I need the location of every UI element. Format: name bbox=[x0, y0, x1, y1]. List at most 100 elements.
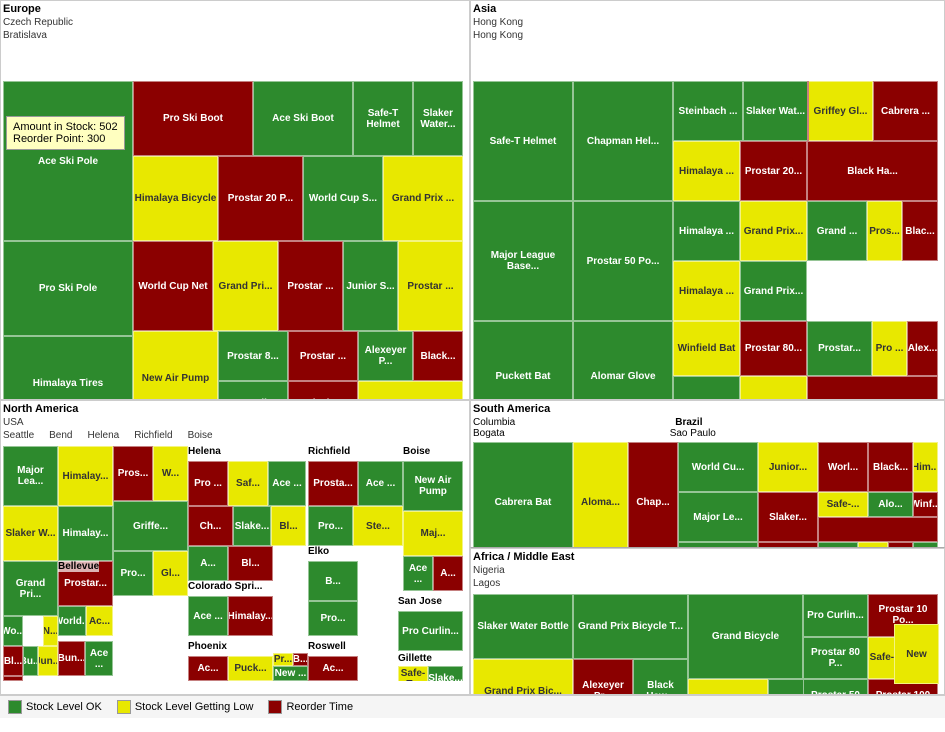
winf-sp-cell[interactable]: Winf... bbox=[913, 492, 938, 517]
pro-ski-boot-cell[interactable]: Pro Ski Boot bbox=[133, 81, 253, 156]
grand-prix-bic2-af-cell[interactable]: Grand Prix Bic... bbox=[473, 659, 573, 695]
major-league-cell[interactable]: Major League Base... bbox=[473, 201, 573, 321]
ace2-h-cell[interactable]: A... bbox=[188, 546, 228, 581]
black-ha-cell[interactable]: Black Ha... bbox=[807, 141, 938, 201]
ace-na-btm[interactable]: Ace ... bbox=[85, 641, 113, 676]
prostar-80-af-cell[interactable]: Prostar 80 P... bbox=[803, 637, 868, 679]
griffe-na-cell[interactable]: Griffe... bbox=[113, 501, 188, 551]
prosta-r-cell[interactable]: Prosta... bbox=[308, 461, 358, 506]
himalaya-3-cell[interactable]: Himalaya ... bbox=[673, 261, 740, 321]
himalaya-tires-cell[interactable]: Himalaya Tires bbox=[3, 336, 133, 400]
winfield-2-cell[interactable] bbox=[673, 376, 740, 400]
b-e-cell[interactable]: B... bbox=[308, 561, 358, 601]
safe-t-helmet-cell[interactable]: Safe-T Helmet bbox=[353, 81, 413, 156]
world-cu-sp-cell[interactable]: World Cu... bbox=[678, 442, 758, 492]
n-na-cell[interactable]: N... bbox=[43, 616, 58, 646]
pro-r-cell[interactable]: Pro... bbox=[308, 506, 353, 546]
grand-bic-af-cell[interactable]: Grand Bicycle bbox=[688, 594, 803, 679]
blac-asia-cell[interactable]: Blac... bbox=[902, 201, 938, 261]
grand-pri-na-cell[interactable]: Grand Pri... bbox=[3, 561, 58, 616]
safe-sp-cell[interactable]: Safe-... bbox=[818, 492, 868, 517]
ace-b-cell[interactable]: Ace ... bbox=[403, 556, 433, 591]
black-2-cell[interactable]: Black... bbox=[288, 381, 358, 400]
bottom-asia-cell[interactable] bbox=[807, 376, 938, 400]
pro-ski-pole-cell[interactable]: Pro Ski Pole bbox=[3, 241, 133, 336]
ac-ro[interactable]: Ac... bbox=[308, 656, 358, 681]
ac-na[interactable]: Ac... bbox=[86, 606, 113, 636]
world-cup-s-cell[interactable]: World Cup S... bbox=[303, 156, 383, 241]
saf-h-cell[interactable]: Saf... bbox=[228, 461, 268, 506]
alo-sp-cell[interactable]: Alo... bbox=[868, 492, 913, 517]
slake-h-cell[interactable]: Slake... bbox=[233, 506, 271, 546]
low-right-cell[interactable] bbox=[807, 81, 809, 141]
new-btm[interactable]: New ... bbox=[273, 666, 308, 681]
bu-na[interactable]: Bu... bbox=[23, 646, 38, 676]
slaker-sp-cell[interactable]: Slaker... bbox=[758, 492, 818, 542]
pro-e-cell[interactable]: Pro... bbox=[308, 601, 358, 636]
pro-na-cell[interactable]: Pro... bbox=[113, 551, 153, 596]
pro-curl-af-cell[interactable]: Pro Curlin... bbox=[803, 594, 868, 637]
himalay-c-cell[interactable]: Himalay... bbox=[228, 596, 273, 636]
world-cup-net-cell[interactable]: World Cup Net bbox=[133, 241, 213, 331]
blah-cell[interactable]: Bl... bbox=[228, 546, 273, 581]
puck-ph[interactable]: Puck... bbox=[228, 656, 273, 681]
black-haw-af-cell[interactable]: Black Haw... bbox=[633, 659, 688, 695]
sp-bottom-cell[interactable] bbox=[818, 517, 938, 542]
a-b-cell[interactable]: A... bbox=[433, 556, 463, 591]
steinbach-cell[interactable]: Steinbach ... bbox=[673, 81, 743, 141]
slaker-wb-af-cell[interactable]: Slaker Water Bottle bbox=[473, 594, 573, 659]
world-na[interactable]: World... bbox=[58, 606, 86, 636]
pr-btm[interactable]: Pr... bbox=[273, 653, 293, 666]
ch-h-cell[interactable]: Ch... bbox=[188, 506, 233, 546]
prostar-2-cell[interactable]: Prostar ... bbox=[398, 241, 463, 331]
prostar-20-asia-cell[interactable]: Prostar 20... bbox=[740, 141, 807, 201]
grand-prix-asia-cell[interactable]: Grand Prix... bbox=[740, 201, 807, 261]
cabrera-bat-cell[interactable]: Cabrera Bat bbox=[473, 442, 573, 547]
ace-r-cell[interactable]: Ace ... bbox=[358, 461, 403, 506]
cabrera-cell[interactable]: Cabrera ... bbox=[873, 81, 938, 141]
black-sp-cell[interactable]: Black... bbox=[868, 442, 913, 492]
prostar-2-af-cell[interactable]: Prostar 2... bbox=[688, 679, 768, 695]
slake-gil[interactable]: Slake... bbox=[428, 666, 463, 681]
grand-asia-cell[interactable]: Grand ... bbox=[807, 201, 867, 261]
slaker-w-na-cell[interactable]: Slaker W... bbox=[3, 506, 58, 561]
pro-sj-cell[interactable]: Pro Curlin... bbox=[398, 611, 463, 651]
grand-prix-2-cell[interactable]: Grand Prix... bbox=[740, 261, 807, 321]
jun-na[interactable]: Jun... bbox=[38, 646, 58, 676]
slaker-wat-cell[interactable]: Slaker Wat... bbox=[743, 81, 808, 141]
prostar-8-cell[interactable]: Prostar 8... bbox=[218, 331, 288, 381]
alexeyer-p-cell[interactable]: Alexeyer P... bbox=[358, 331, 413, 381]
alexeyer-af-cell[interactable]: Alexeyer Pr... bbox=[573, 659, 633, 695]
bl-h-cell[interactable]: Bl... bbox=[271, 506, 306, 546]
bla2-na[interactable]: Bl... bbox=[3, 646, 23, 676]
black-1-cell[interactable]: Black... bbox=[413, 331, 463, 381]
himalaya-y-cell[interactable]: Himalaya ... bbox=[673, 141, 740, 201]
pros-asia-cell[interactable]: Pros... bbox=[867, 201, 902, 261]
new-bottom-cell[interactable]: New bbox=[894, 624, 939, 684]
gl-na-cell[interactable]: Gl... bbox=[153, 551, 188, 596]
grand-pri-cell[interactable]: Grand Pri... bbox=[213, 241, 278, 331]
safe-gil[interactable]: Safe-T... bbox=[398, 666, 428, 681]
himalay2-na-cell[interactable]: Himalay... bbox=[58, 506, 113, 561]
ace-ski-boot-cell[interactable]: Ace Ski Boot bbox=[253, 81, 353, 156]
asia-safe-t-cell[interactable]: Safe-T Helmet bbox=[473, 81, 573, 201]
himalaya-2-cell[interactable]: Himalaya ... bbox=[673, 201, 740, 261]
chap-cell[interactable]: Chap... bbox=[628, 442, 678, 547]
major-le-sp-cell[interactable]: Major Le... bbox=[678, 492, 758, 542]
prostar-50-af-cell[interactable]: Prostar 50 P... bbox=[803, 679, 868, 695]
alomar-glove-cell[interactable]: Alomar Glove bbox=[573, 321, 673, 400]
grand-prix-bic-af-cell[interactable]: Grand Prix Bicycle T... bbox=[573, 594, 688, 659]
grand-prix-cell[interactable]: Grand Prix ... bbox=[383, 156, 463, 241]
him-sp-cell[interactable]: Him... bbox=[913, 442, 938, 492]
new-air-pump-cell[interactable]: New Air Pump bbox=[133, 331, 218, 400]
new-air-pump-na-cell[interactable]: New Air Pump bbox=[403, 461, 463, 511]
junior-sp-cell[interactable]: Junior... bbox=[758, 442, 818, 492]
pro-curlin-cell[interactable]: Pro Curlin... bbox=[218, 381, 288, 400]
b-btm[interactable]: B... bbox=[293, 653, 308, 666]
ace-ski-pole-cell[interactable]: Ace Ski Pole bbox=[3, 81, 133, 241]
worl-sp-cell[interactable]: Worl... bbox=[818, 442, 868, 492]
alex-as-cell[interactable]: Alex... bbox=[907, 321, 938, 376]
junior-s-cell[interactable]: Junior S... bbox=[343, 241, 398, 331]
w-na-cell[interactable]: W... bbox=[153, 446, 188, 501]
ac-ph[interactable]: Ac... bbox=[188, 656, 228, 681]
